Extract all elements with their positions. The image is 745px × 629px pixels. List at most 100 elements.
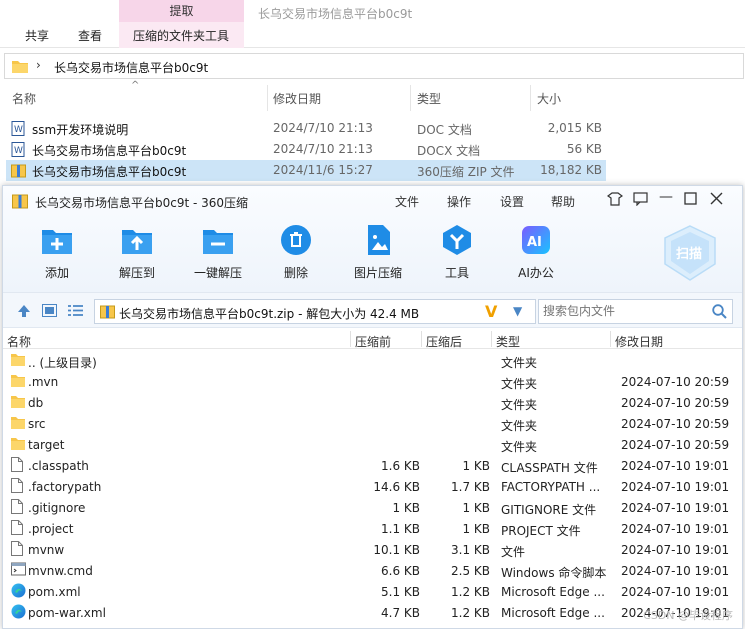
delete-button[interactable]: 删除: [261, 224, 331, 281]
column-divider[interactable]: [410, 85, 411, 111]
zip-file-name: .gitignore: [28, 501, 86, 515]
close-icon[interactable]: [710, 192, 723, 209]
zip-file-unpacked-size: 1.2 KB: [451, 606, 490, 620]
zip-file-row[interactable]: .mvn 文件夹 2024-07-10 20:59: [3, 371, 742, 392]
zip-file-packed-size: 14.6 KB: [373, 480, 420, 494]
zip-file-type: Microsoft Edge ...: [501, 585, 605, 599]
zip-file-date: 2024-07-10 20:59: [621, 375, 730, 389]
context-tab-extract[interactable]: 提取: [119, 0, 244, 22]
image-compress-icon: [361, 224, 395, 256]
zip-file-row[interactable]: mvnw.cmd 6.6 KB 2.5 KB Windows 命令脚本 2024-07-…: [3, 560, 742, 581]
delete-label: 删除: [283, 266, 308, 280]
zip-file-date: 2024-07-10 19:01: [621, 585, 730, 599]
zip-file-row[interactable]: target 文件夹 2024-07-10 20:59: [3, 434, 742, 455]
column-header-date[interactable]: 修改日期: [615, 333, 663, 350]
archive-path-box[interactable]: 长乌交易市场信息平台b0c9t.zip - 解包大小为 42.4 MB V ▼: [94, 299, 536, 324]
column-header-packed[interactable]: 压缩前: [355, 333, 391, 350]
archive-search-input[interactable]: [543, 304, 708, 318]
file-row[interactable]: W ssm开发环境说明 2024/7/10 21:13 DOC 文档 2,015…: [6, 118, 606, 139]
zip-file-unpacked-size: 1 KB: [462, 459, 490, 473]
zip-file-type: 文件夹: [501, 377, 538, 391]
column-header-name[interactable]: 名称: [12, 90, 36, 110]
tools-icon: [440, 224, 474, 256]
archive-search[interactable]: [538, 299, 733, 324]
scan-label: 扫描: [676, 246, 702, 262]
zip-file-date: 2024-07-10 20:59: [621, 396, 730, 410]
zip-file-name: .classpath: [28, 459, 89, 473]
zip-file-row[interactable]: .gitignore 1 KB 1 KB GITIGNORE 文件 2024-07-10…: [3, 497, 742, 518]
chat-icon[interactable]: [633, 192, 648, 210]
column-header-date[interactable]: 修改日期: [273, 90, 321, 110]
zip-file-type: Microsoft Edge ...: [501, 606, 605, 620]
list-view-icon[interactable]: [68, 304, 83, 320]
zip-file-row[interactable]: pom.xml 5.1 KB 1.2 KB Microsoft Edge ... 202…: [3, 581, 742, 602]
address-bar[interactable]: › 长乌交易市场信息平台b0c9t: [4, 53, 744, 79]
image-compress-button[interactable]: 图片压缩: [343, 224, 413, 281]
ai-office-icon: AI: [519, 224, 553, 256]
ai-office-label: AI办公: [518, 266, 554, 280]
menu-file[interactable]: 文件: [395, 193, 419, 210]
svg-text:W: W: [14, 125, 23, 135]
chevron-down-icon[interactable]: ▼: [513, 304, 522, 318]
zip-file-name: pom.xml: [28, 585, 81, 599]
zip-file-row[interactable]: pom-war.xml 4.7 KB 1.2 KB Microsoft Edge ..…: [3, 602, 742, 623]
tools-button[interactable]: 工具: [422, 224, 492, 281]
column-divider[interactable]: [491, 331, 492, 347]
ai-office-button[interactable]: AI AI办公: [501, 224, 571, 281]
thumbnail-view-icon[interactable]: [42, 304, 57, 320]
folder-icon: [11, 373, 25, 390]
column-divider[interactable]: [267, 85, 268, 111]
skin-icon[interactable]: [606, 192, 624, 210]
column-divider[interactable]: [421, 331, 422, 347]
file-name: 长乌交易市场信息平台b0c9t: [32, 144, 187, 158]
menu-help[interactable]: 帮助: [551, 193, 575, 210]
zip-file-date: 2024-07-10 20:59: [621, 417, 730, 431]
zip-file-row[interactable]: db 文件夹 2024-07-10 20:59: [3, 392, 742, 413]
one-click-extract-button[interactable]: 一键解压: [183, 224, 253, 281]
zip-file-packed-size: 1.1 KB: [381, 522, 420, 536]
zip-file-row[interactable]: .project 1.1 KB 1 KB PROJECT 文件 2024-07-10 1…: [3, 518, 742, 539]
zip-file-row[interactable]: src 文件夹 2024-07-10 20:59: [3, 413, 742, 434]
file-type: DOCX 文档: [417, 144, 481, 158]
zip-file-type: 文件夹: [501, 398, 538, 412]
file-icon: [11, 457, 23, 475]
zip-file-type: PROJECT 文件: [501, 524, 581, 538]
extract-to-button[interactable]: 解压到: [102, 224, 172, 281]
chevron-right-icon[interactable]: ›: [36, 58, 41, 72]
zip-file-row[interactable]: mvnw 10.1 KB 3.1 KB 文件 2024-07-10 19:01: [3, 539, 742, 560]
zip-file-name: .factorypath: [28, 480, 102, 494]
maximize-icon[interactable]: [684, 192, 697, 209]
zip-file-name: .mvn: [28, 375, 59, 389]
zip-file-row[interactable]: .classpath 1.6 KB 1 KB CLASSPATH 文件 2024-07-…: [3, 455, 742, 476]
tab-view[interactable]: 查看: [78, 27, 102, 44]
column-divider[interactable]: [610, 331, 611, 347]
column-divider[interactable]: [350, 331, 351, 347]
up-arrow-icon[interactable]: [17, 304, 31, 321]
column-header-name[interactable]: 名称: [7, 333, 31, 350]
column-header-type[interactable]: 类型: [417, 90, 441, 110]
scan-button[interactable]: 扫描: [663, 224, 717, 282]
menu-settings[interactable]: 设置: [500, 193, 524, 210]
zip-file-unpacked-size: 1 KB: [462, 501, 490, 515]
address-path[interactable]: 长乌交易市场信息平台b0c9t: [54, 59, 208, 76]
svg-text:AI: AI: [527, 235, 542, 250]
tab-share[interactable]: 共享: [25, 27, 49, 44]
column-header-unpacked[interactable]: 压缩后: [426, 333, 462, 350]
add-button[interactable]: 添加: [22, 224, 92, 281]
file-row[interactable]: W 长乌交易市场信息平台b0c9t 2024/7/10 21:13 DOCX 文…: [6, 139, 606, 160]
column-header-type[interactable]: 类型: [496, 333, 520, 350]
zip-file-row[interactable]: .. (上级目录) 文件夹: [3, 350, 742, 371]
cmd-script-icon: [11, 562, 26, 579]
folder-icon: [11, 415, 25, 432]
file-row-selected[interactable]: 长乌交易市场信息平台b0c9t 2024/11/6 15:27 360压缩 ZI…: [6, 160, 606, 181]
menu-operation[interactable]: 操作: [447, 193, 471, 210]
column-header-size[interactable]: 大小: [537, 90, 561, 110]
v-logo-icon[interactable]: V: [485, 302, 497, 321]
minimize-icon[interactable]: —: [659, 189, 673, 205]
zip-file-date: 2024-07-10 19:01: [621, 564, 730, 578]
column-divider[interactable]: [530, 85, 531, 111]
zip-file-type: Windows 命令脚本: [501, 566, 607, 580]
zip-file-row[interactable]: .factorypath 14.6 KB 1.7 KB FACTORYPATH ...…: [3, 476, 742, 497]
search-icon[interactable]: [712, 304, 727, 322]
tab-compressed-folder-tools[interactable]: 压缩的文件夹工具: [133, 27, 229, 44]
